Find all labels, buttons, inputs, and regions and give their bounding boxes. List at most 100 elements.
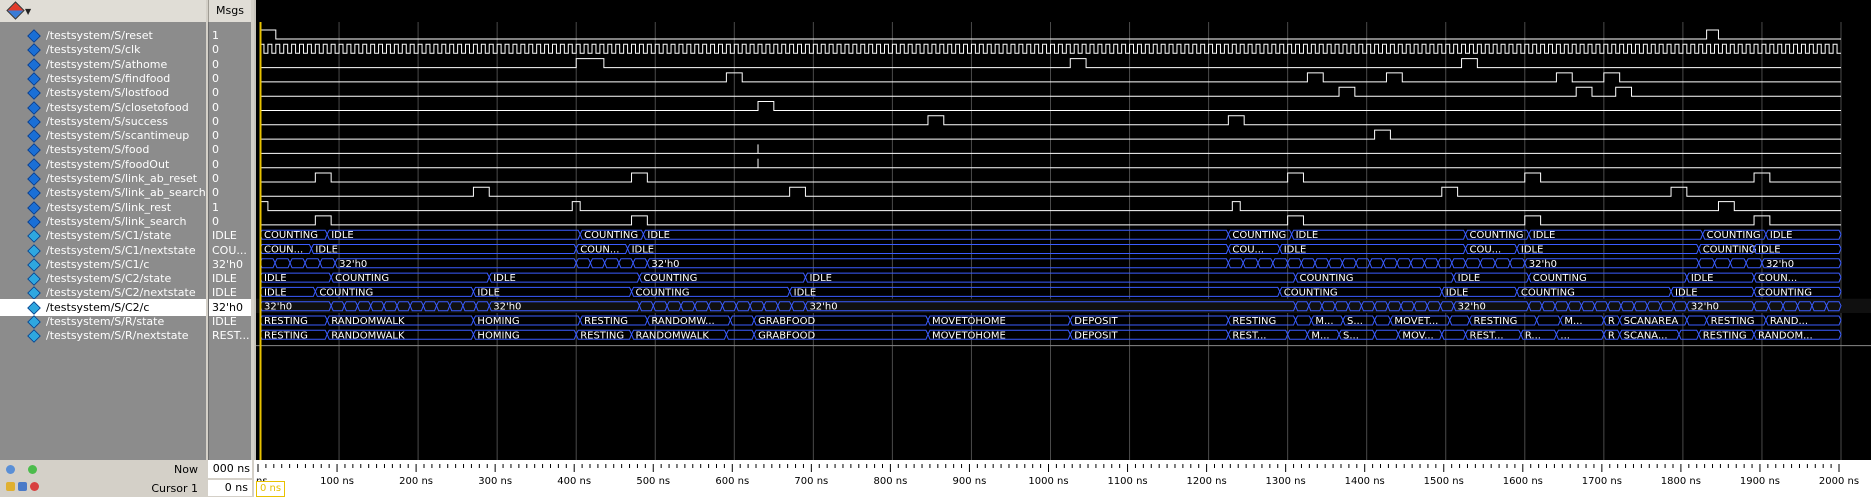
bus-value-label: RESTING: [264, 330, 308, 341]
bus-value-label: 32'h0: [493, 302, 521, 313]
wave-toolbar-icon[interactable]: ▼: [6, 1, 32, 20]
bus-value-label: RESTING: [1703, 330, 1747, 341]
signal-row[interactable]: /testsystem/S/R/nextstate: [0, 327, 206, 344]
bus-segment: [1300, 258, 1316, 269]
ruler-tick-label: 1600 ns: [1503, 476, 1543, 487]
bus-value-label: IDLE: [264, 273, 287, 284]
bus-value-label: COUNTING: [1521, 287, 1575, 298]
bus-value-label: COUN...: [264, 245, 303, 256]
bus-segment: [604, 258, 620, 269]
bus-value-label: DEPOSIT: [1074, 330, 1118, 341]
signal-name: /testsystem/S/R/state: [46, 315, 165, 328]
bus-value-label: COUNTING: [1284, 287, 1338, 298]
bus-segment: [1729, 258, 1747, 269]
bus-value-label: S...: [1343, 330, 1359, 341]
bus-segment: [1374, 329, 1399, 340]
bus-segment: [1341, 258, 1357, 269]
ruler-tick-label: 1500 ns: [1424, 476, 1464, 487]
chevron-down-icon: ▼: [25, 7, 32, 16]
bus-value-label: RANDOMWALK: [331, 316, 405, 327]
ruler-tick-label: 800 ns: [873, 476, 907, 487]
bus-segment: [319, 258, 336, 269]
waveform-canvas[interactable]: COUNTING IDLE COUNTING IDLE COUNTING IDLE COUN…: [256, 0, 1871, 474]
msgs-column-header: Msgs: [208, 0, 251, 23]
bus-value-label: COUNTING: [584, 230, 638, 241]
bus-value-label: M...: [1315, 316, 1333, 327]
bus-segment: [1410, 258, 1426, 269]
bus-segment: [1449, 315, 1471, 326]
bus-value-label: MOVET...: [1394, 316, 1438, 327]
ruler-tick-label: 1800 ns: [1661, 476, 1701, 487]
name-pane-header: ▼: [0, 0, 206, 23]
bus-value-label: IDLE: [1446, 287, 1469, 298]
bus-value-label: SCANAREA: [1624, 316, 1679, 327]
bus-segment: [1295, 315, 1312, 326]
bus-value-label: COUNTING: [319, 287, 373, 298]
signal-value: 0: [212, 57, 219, 71]
now-value: 000 ns: [208, 460, 252, 478]
bus-value-label: RESTING: [584, 316, 628, 327]
ruler-tick-label: 1700 ns: [1582, 476, 1622, 487]
bus-segment: [310, 244, 577, 254]
bus-value-label: MOV...: [1402, 330, 1433, 341]
ruler-tick-label: 300 ns: [478, 476, 512, 487]
bus-signal-icon: [27, 329, 41, 344]
bus-value-label: M...: [1311, 330, 1329, 341]
bus-value-label: 32'h0: [651, 259, 679, 270]
bus-segment: [1437, 258, 1453, 269]
signal-name: /testsystem/S/findfood: [46, 71, 171, 85]
bus-segment: [1713, 258, 1731, 269]
ruler-tick-label: 1300 ns: [1266, 476, 1306, 487]
signal-name: /testsystem/S/link_ab_search: [46, 186, 206, 200]
time-ruler[interactable]: ns100 ns200 ns300 ns400 ns500 ns600 ns70…: [254, 460, 1871, 497]
bus-value-label: IDLE: [1758, 245, 1781, 256]
bus-value-label: RESTING: [1232, 316, 1276, 327]
bus-value-label: REST...: [1470, 330, 1504, 341]
ruler-tick-label: 600 ns: [715, 476, 749, 487]
bus-value-label: IDLE: [331, 230, 354, 241]
bus-value-label: COUNTING: [1232, 230, 1286, 241]
bus-segment: [1464, 258, 1481, 269]
bus-value-label: COUN...: [580, 245, 619, 256]
bus-value-label: R: [1608, 330, 1615, 341]
bus-segment: [1242, 258, 1259, 269]
bus-value-label: COU...: [1470, 245, 1502, 256]
signal-name: /testsystem/S/food: [46, 143, 150, 157]
bus-value-label: DEPOSIT: [1074, 316, 1118, 327]
bus-segment: [304, 258, 321, 269]
bus-segment: [789, 286, 1281, 297]
cursor-time-tag[interactable]: 0 ns: [256, 481, 286, 497]
time-ruler-canvas[interactable]: ns100 ns200 ns300 ns400 ns500 ns600 ns70…: [254, 460, 1871, 497]
signal-value: 0: [212, 129, 219, 143]
bus-value-label: RAND...: [1770, 316, 1808, 327]
signal-name: /testsystem/S/scantimeup: [46, 129, 190, 143]
signal-value: REST...: [212, 329, 250, 343]
bus-segment: [627, 244, 1229, 254]
signal-name: /testsystem/S/closetofood: [46, 100, 189, 114]
bus-value-label: IDLE: [1296, 230, 1319, 241]
signal-value: 32'h0: [212, 300, 243, 314]
ruler-tick-label: 900 ns: [953, 476, 987, 487]
signal-value: IDLE: [212, 229, 237, 243]
bus-value-label: M...: [1564, 316, 1582, 327]
bus-value-label: IDLE: [1284, 245, 1307, 256]
bus-segment: [1536, 315, 1561, 326]
signal-name: /testsystem/S/reset: [46, 29, 153, 42]
bus-value-label: RESTING: [1473, 316, 1517, 327]
waveform-pane[interactable]: COUNTING IDLE COUNTING IDLE COUNTING IDLE COUN…: [254, 0, 1871, 474]
signal-value-row[interactable]: REST...: [209, 327, 251, 344]
bus-segment: [1479, 258, 1496, 269]
bus-value-label: 32'h0: [1691, 302, 1719, 313]
signal-value: 0: [212, 71, 219, 85]
signal-value: 0: [212, 114, 219, 128]
bus-segment: [1745, 258, 1763, 269]
signal-name-pane: ▼ /testsystem/S/reset/testsystem/S/clk/t…: [0, 0, 206, 497]
ruler-tick-label: 1100 ns: [1107, 476, 1147, 487]
bus-value-label: IDLE: [1521, 245, 1544, 256]
bus-segment: [1287, 258, 1302, 269]
bus-value-label: RESTING: [580, 330, 624, 341]
signal-name: /testsystem/S/C2/nextstate: [46, 286, 196, 300]
signal-value: 0: [212, 143, 219, 157]
bus-value-label: RANDOMWALK: [331, 330, 405, 341]
signal-name: /testsystem/S/R/nextstate: [46, 329, 189, 343]
